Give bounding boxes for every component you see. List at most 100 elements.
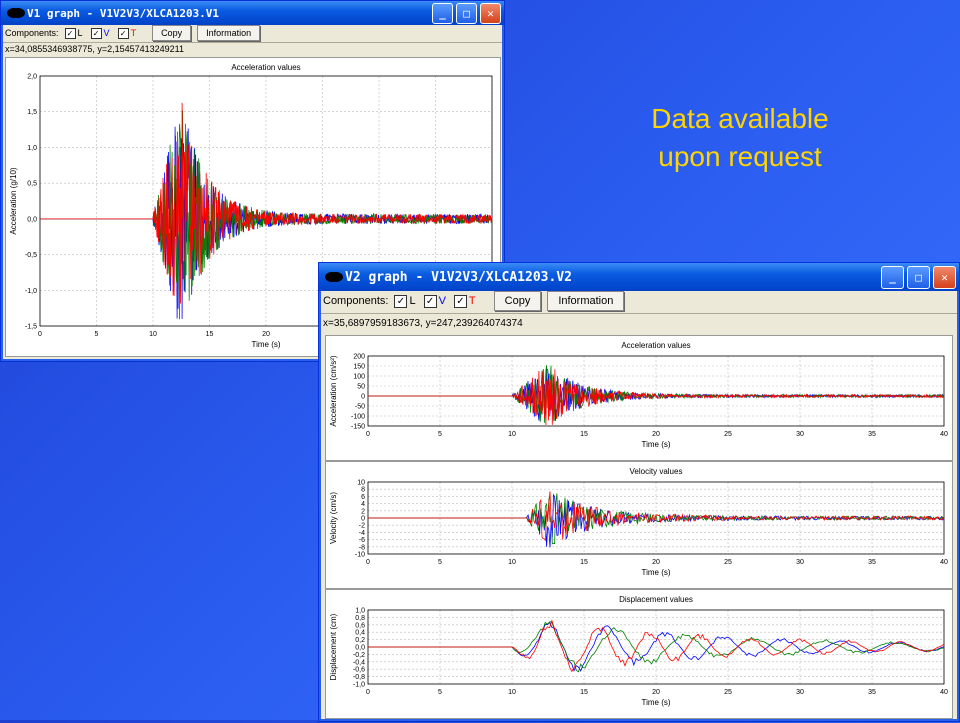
window-title-bar[interactable]: V1 graph - V1V2V3/XLCA1203.V1 _ □ ✕ [1, 1, 504, 25]
y-tick-label: 0,4 [355, 630, 365, 637]
y-axis-label: Displacement (cm) [329, 613, 338, 680]
displacement-plot-area[interactable]: Displacement values -1,0 -0,8 -0,6 -0,4 -0,2 0… [325, 589, 953, 719]
x-tick-label: 5 [438, 689, 442, 696]
y-tick-label: 4 [361, 501, 365, 508]
y-tick-label: 200 [353, 354, 365, 361]
separator [3, 42, 502, 43]
copy-button[interactable]: Copy [152, 25, 192, 41]
y-tick-label: 2,0 [27, 74, 37, 81]
close-button[interactable]: ✕ [933, 265, 956, 289]
velocity-plot-area[interactable]: Velocity values -10 -8 -6 -4 -2 0 2 4 6 8 10 0 5 10 15 2… [325, 461, 953, 589]
y-tick-label: -100 [351, 414, 365, 421]
x-tick-label: 25 [724, 689, 732, 696]
checkbox-l[interactable]: ✓ [64, 27, 76, 39]
y-tick-label: -1,0 [25, 288, 37, 295]
x-tick-label: 35 [868, 431, 876, 438]
x-tick-label: 0 [38, 331, 42, 338]
checkbox-v[interactable]: ✓ [423, 294, 437, 308]
components-label: Components: [5, 28, 59, 38]
caption-text: Data available upon request [600, 100, 880, 176]
components-toolbar: Components: ✓ L ✓ V ✓ T Copy Information [323, 291, 955, 311]
y-tick-label: -1,5 [25, 324, 37, 331]
acceleration-plot-area[interactable]: Acceleration values -150 -100 -50 0 50 100 150 2… [325, 335, 953, 461]
x-tick-label: 0 [366, 689, 370, 696]
component-l-label: L [77, 28, 83, 38]
y-tick-label: 100 [353, 374, 365, 381]
y-tick-label: 10 [357, 480, 365, 487]
y-axis-label: Acceleration (g/10) [9, 167, 18, 234]
y-tick-label: 0,0 [27, 216, 37, 223]
component-t-label: T [468, 295, 476, 307]
x-tick-label: 40 [940, 559, 948, 566]
x-tick-label: 40 [940, 689, 948, 696]
caption-line-2: upon request [658, 141, 822, 172]
y-tick-label: -2 [359, 523, 365, 530]
y-tick-label: -0,8 [353, 674, 365, 681]
y-tick-label: 0,6 [355, 622, 365, 629]
x-tick-label: 30 [796, 559, 804, 566]
x-tick-label: 25 [724, 559, 732, 566]
copy-button[interactable]: Copy [493, 291, 542, 311]
y-tick-label: 1,0 [355, 608, 365, 615]
x-axis-label: Time (s) [641, 568, 670, 577]
information-button[interactable]: Information [197, 25, 261, 41]
x-tick-label: 15 [580, 689, 588, 696]
chart-title: Acceleration values [231, 63, 300, 72]
acceleration-chart: Acceleration values-150-100-500501001502… [329, 341, 948, 449]
chart-title: Displacement values [619, 595, 693, 604]
x-axis-label: Time (s) [251, 340, 280, 349]
y-tick-label: 0,5 [27, 181, 37, 188]
x-tick-label: 15 [580, 559, 588, 566]
x-tick-label: 10 [508, 689, 516, 696]
minimize-button[interactable]: _ [432, 2, 453, 24]
maximize-button[interactable]: □ [456, 2, 477, 24]
maximize-button[interactable]: □ [907, 265, 930, 289]
x-tick-label: 5 [438, 559, 442, 566]
x-tick-label: 35 [868, 559, 876, 566]
y-tick-label: 150 [353, 364, 365, 371]
app-icon [325, 272, 339, 282]
checkbox-t[interactable]: ✓ [453, 294, 467, 308]
minimize-button[interactable]: _ [881, 265, 904, 289]
x-tick-label: 20 [652, 559, 660, 566]
y-tick-label: -4 [359, 530, 365, 537]
close-button[interactable]: ✕ [480, 2, 501, 24]
checkbox-v[interactable]: ✓ [90, 27, 102, 39]
y-tick-label: -6 [359, 537, 365, 544]
x-axis-label: Time (s) [641, 698, 670, 707]
x-tick-label: 30 [796, 689, 804, 696]
y-tick-label: -0,2 [353, 652, 365, 659]
v2-graph-window[interactable]: V2 graph - V1V2V3/XLCA1203.V2 _ □ ✕ Comp… [318, 262, 960, 722]
x-tick-label: 0 [366, 431, 370, 438]
y-tick-label: -50 [355, 404, 365, 411]
x-tick-label: 20 [262, 331, 270, 338]
window-title: V2 graph - V1V2V3/XLCA1203.V2 [345, 269, 572, 285]
caption-line-1: Data available [651, 103, 829, 134]
x-tick-label: 20 [652, 689, 660, 696]
y-tick-label: 1,0 [27, 145, 37, 152]
checkbox-l[interactable]: ✓ [394, 294, 408, 308]
separator [321, 313, 957, 314]
x-tick-label: 0 [366, 559, 370, 566]
y-tick-label: 1,5 [27, 109, 37, 116]
information-button[interactable]: Information [547, 291, 625, 311]
y-tick-label: -10 [355, 552, 365, 559]
y-tick-label: -150 [351, 424, 365, 431]
window-title-bar[interactable]: V2 graph - V1V2V3/XLCA1203.V2 _ □ ✕ [319, 263, 959, 291]
cursor-coordinates: x=34,0855346938775, y=2,15457413249211 [5, 44, 185, 54]
y-tick-label: -8 [359, 544, 365, 551]
plot-frame [367, 355, 945, 427]
component-v-label: V [438, 295, 446, 307]
chart-title: Acceleration values [621, 341, 690, 350]
x-axis-label: Time (s) [641, 440, 670, 449]
checkbox-t[interactable]: ✓ [117, 27, 129, 39]
cursor-coordinates: x=35,6897959183673, y=247,239264074374 [323, 318, 523, 329]
y-tick-label: -0,5 [25, 252, 37, 259]
x-tick-label: 10 [508, 431, 516, 438]
x-tick-label: 25 [724, 431, 732, 438]
x-tick-label: 10 [508, 559, 516, 566]
component-l-label: L [409, 295, 416, 307]
x-tick-label: 20 [652, 431, 660, 438]
y-tick-label: -0,6 [353, 667, 365, 674]
component-t-label: T [130, 28, 137, 38]
